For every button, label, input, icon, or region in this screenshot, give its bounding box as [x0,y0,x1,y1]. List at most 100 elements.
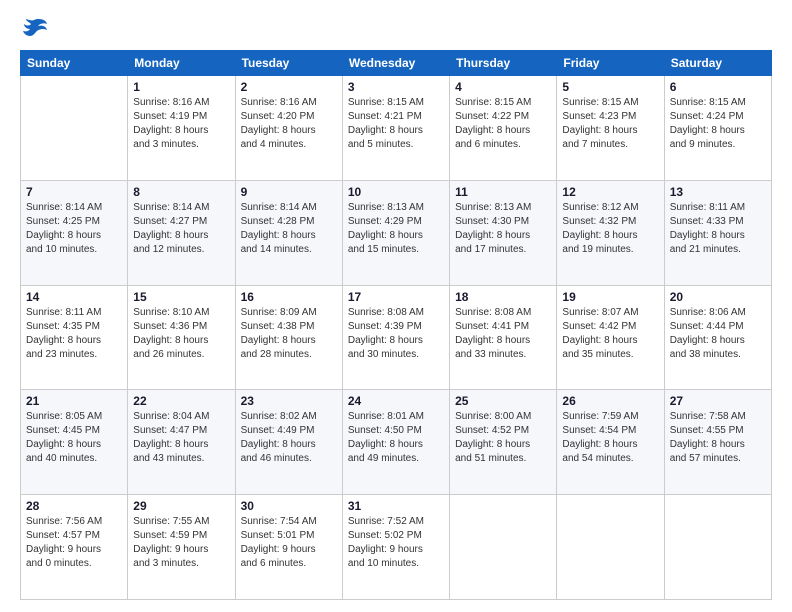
calendar-day-cell: 30 Sunrise: 7:54 AM Sunset: 5:01 PM Dayli… [235,495,342,600]
calendar-day-cell: 24 Sunrise: 8:01 AM Sunset: 4:50 PM Dayli… [342,390,449,495]
calendar-day-cell: 17 Sunrise: 8:08 AM Sunset: 4:39 PM Dayli… [342,285,449,390]
day-info: Sunrise: 8:10 AM Sunset: 4:36 PM Dayligh… [133,306,229,362]
day-info: Sunrise: 8:15 AM Sunset: 4:24 PM Dayligh… [670,96,766,152]
calendar-day-cell: 12 Sunrise: 8:12 AM Sunset: 4:32 PM Dayli… [557,180,664,285]
calendar-day-cell: 15 Sunrise: 8:10 AM Sunset: 4:36 PM Dayli… [128,285,235,390]
day-info: Sunrise: 7:55 AM Sunset: 4:59 PM Dayligh… [133,515,229,571]
calendar-week-row: 7Sunrise: 8:14 AM Sunset: 4:25 PM Daylig… [21,180,772,285]
day-info: Sunrise: 8:11 AM Sunset: 4:35 PM Dayligh… [26,306,122,362]
day-number: 14 [26,290,122,304]
calendar-day-cell: 6 Sunrise: 8:15 AM Sunset: 4:24 PM Daylig… [664,76,771,181]
day-number: 7 [26,185,122,199]
day-number: 6 [670,80,766,94]
calendar-day-cell: 9 Sunrise: 8:14 AM Sunset: 4:28 PM Daylig… [235,180,342,285]
calendar-week-row: 1Sunrise: 8:16 AM Sunset: 4:19 PM Daylig… [21,76,772,181]
day-info: Sunrise: 8:07 AM Sunset: 4:42 PM Dayligh… [562,306,658,362]
day-number: 15 [133,290,229,304]
calendar-body: 1Sunrise: 8:16 AM Sunset: 4:19 PM Daylig… [21,76,772,600]
day-number: 24 [348,394,444,408]
day-number: 12 [562,185,658,199]
day-info: Sunrise: 8:08 AM Sunset: 4:39 PM Dayligh… [348,306,444,362]
day-number: 20 [670,290,766,304]
calendar-day-cell: 25 Sunrise: 8:00 AM Sunset: 4:52 PM Dayli… [450,390,557,495]
day-number: 26 [562,394,658,408]
day-number: 8 [133,185,229,199]
day-number: 3 [348,80,444,94]
calendar-day-cell: 4 Sunrise: 8:15 AM Sunset: 4:22 PM Daylig… [450,76,557,181]
calendar-day-cell [664,495,771,600]
day-info: Sunrise: 8:06 AM Sunset: 4:44 PM Dayligh… [670,306,766,362]
day-number: 11 [455,185,551,199]
day-info: Sunrise: 8:14 AM Sunset: 4:27 PM Dayligh… [133,201,229,257]
calendar-day-cell: 28Sunrise: 7:56 AM Sunset: 4:57 PM Dayli… [21,495,128,600]
calendar-day-cell [557,495,664,600]
day-number: 31 [348,499,444,513]
calendar-day-header: Saturday [664,51,771,76]
day-info: Sunrise: 7:52 AM Sunset: 5:02 PM Dayligh… [348,515,444,571]
calendar-day-cell: 23 Sunrise: 8:02 AM Sunset: 4:49 PM Dayli… [235,390,342,495]
calendar-day-cell: 1Sunrise: 8:16 AM Sunset: 4:19 PM Daylig… [128,76,235,181]
day-number: 5 [562,80,658,94]
day-number: 23 [241,394,337,408]
calendar-day-cell: 16 Sunrise: 8:09 AM Sunset: 4:38 PM Dayli… [235,285,342,390]
day-info: Sunrise: 7:56 AM Sunset: 4:57 PM Dayligh… [26,515,122,571]
day-number: 4 [455,80,551,94]
day-number: 22 [133,394,229,408]
day-info: Sunrise: 8:05 AM Sunset: 4:45 PM Dayligh… [26,410,122,466]
day-info: Sunrise: 8:13 AM Sunset: 4:30 PM Dayligh… [455,201,551,257]
day-info: Sunrise: 7:58 AM Sunset: 4:55 PM Dayligh… [670,410,766,466]
calendar-day-header: Sunday [21,51,128,76]
calendar-day-cell: 5 Sunrise: 8:15 AM Sunset: 4:23 PM Daylig… [557,76,664,181]
day-info: Sunrise: 8:15 AM Sunset: 4:23 PM Dayligh… [562,96,658,152]
calendar-day-cell: 8 Sunrise: 8:14 AM Sunset: 4:27 PM Daylig… [128,180,235,285]
calendar-day-cell [450,495,557,600]
day-info: Sunrise: 8:16 AM Sunset: 4:19 PM Dayligh… [133,96,229,152]
calendar-day-header: Monday [128,51,235,76]
day-info: Sunrise: 8:15 AM Sunset: 4:22 PM Dayligh… [455,96,551,152]
calendar-day-cell [21,76,128,181]
day-info: Sunrise: 7:54 AM Sunset: 5:01 PM Dayligh… [241,515,337,571]
day-number: 29 [133,499,229,513]
day-number: 17 [348,290,444,304]
day-number: 19 [562,290,658,304]
day-number: 27 [670,394,766,408]
day-info: Sunrise: 8:02 AM Sunset: 4:49 PM Dayligh… [241,410,337,466]
day-info: Sunrise: 8:09 AM Sunset: 4:38 PM Dayligh… [241,306,337,362]
logo-icon [20,16,48,40]
calendar-day-cell: 26 Sunrise: 7:59 AM Sunset: 4:54 PM Dayli… [557,390,664,495]
day-info: Sunrise: 8:04 AM Sunset: 4:47 PM Dayligh… [133,410,229,466]
day-info: Sunrise: 8:00 AM Sunset: 4:52 PM Dayligh… [455,410,551,466]
day-number: 21 [26,394,122,408]
calendar-day-header: Wednesday [342,51,449,76]
day-info: Sunrise: 8:12 AM Sunset: 4:32 PM Dayligh… [562,201,658,257]
calendar-day-cell: 11 Sunrise: 8:13 AM Sunset: 4:30 PM Dayli… [450,180,557,285]
calendar-day-header: Tuesday [235,51,342,76]
calendar-day-cell: 13Sunrise: 8:11 AM Sunset: 4:33 PM Dayli… [664,180,771,285]
day-number: 18 [455,290,551,304]
calendar-day-cell: 3 Sunrise: 8:15 AM Sunset: 4:21 PM Daylig… [342,76,449,181]
day-number: 30 [241,499,337,513]
calendar-week-row: 28Sunrise: 7:56 AM Sunset: 4:57 PM Dayli… [21,495,772,600]
page-header [20,16,772,40]
calendar-day-cell: 20 Sunrise: 8:06 AM Sunset: 4:44 PM Dayli… [664,285,771,390]
day-number: 25 [455,394,551,408]
calendar-day-cell: 27 Sunrise: 7:58 AM Sunset: 4:55 PM Dayli… [664,390,771,495]
day-number: 9 [241,185,337,199]
day-info: Sunrise: 7:59 AM Sunset: 4:54 PM Dayligh… [562,410,658,466]
calendar-day-cell: 22 Sunrise: 8:04 AM Sunset: 4:47 PM Dayli… [128,390,235,495]
day-info: Sunrise: 8:14 AM Sunset: 4:28 PM Dayligh… [241,201,337,257]
calendar-day-cell: 29 Sunrise: 7:55 AM Sunset: 4:59 PM Dayli… [128,495,235,600]
day-info: Sunrise: 8:15 AM Sunset: 4:21 PM Dayligh… [348,96,444,152]
calendar-day-header: Friday [557,51,664,76]
day-info: Sunrise: 8:11 AM Sunset: 4:33 PM Dayligh… [670,201,766,257]
calendar-day-cell: 19 Sunrise: 8:07 AM Sunset: 4:42 PM Dayli… [557,285,664,390]
calendar-day-cell: 7Sunrise: 8:14 AM Sunset: 4:25 PM Daylig… [21,180,128,285]
calendar-week-row: 21 Sunrise: 8:05 AM Sunset: 4:45 PM Dayli… [21,390,772,495]
calendar-day-cell: 2Sunrise: 8:16 AM Sunset: 4:20 PM Daylig… [235,76,342,181]
day-info: Sunrise: 8:01 AM Sunset: 4:50 PM Dayligh… [348,410,444,466]
day-number: 10 [348,185,444,199]
calendar-day-cell: 21 Sunrise: 8:05 AM Sunset: 4:45 PM Dayli… [21,390,128,495]
calendar-header-row: SundayMondayTuesdayWednesdayThursdayFrid… [21,51,772,76]
day-number: 16 [241,290,337,304]
day-number: 2 [241,80,337,94]
